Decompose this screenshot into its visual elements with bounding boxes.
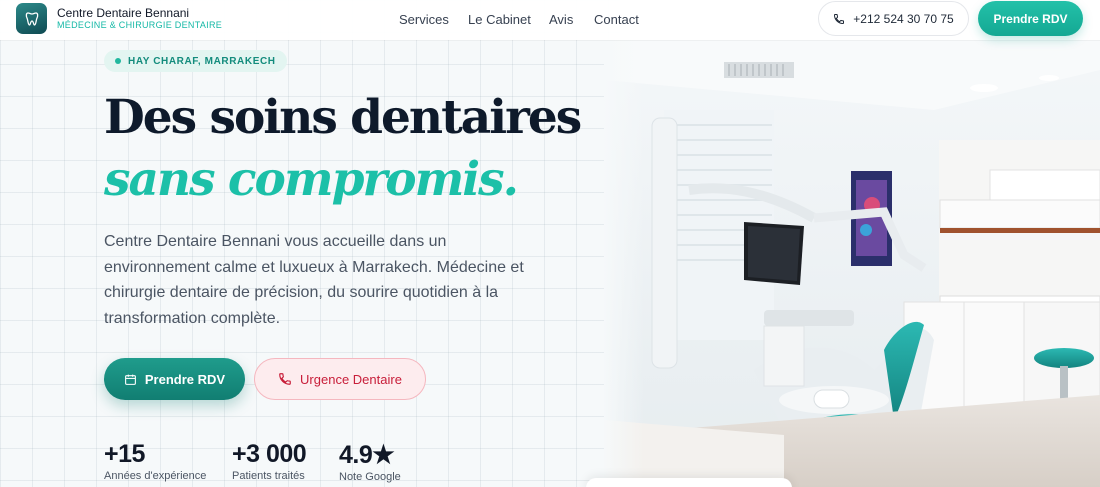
- nav-book-button[interactable]: Prendre RDV: [978, 1, 1083, 36]
- hero-book-label: Prendre RDV: [144, 371, 226, 387]
- stat-label: Patients traités: [232, 470, 305, 482]
- stat-patients: +3 000 Patients traités: [232, 440, 307, 482]
- stat-label: Note Google: [339, 471, 401, 483]
- phone-icon: [279, 373, 291, 385]
- nav-link-cabinet[interactable]: Le Cabinet: [468, 12, 531, 27]
- phone-icon: [834, 13, 845, 24]
- stat-value: +15: [104, 440, 145, 468]
- stat-label: Années d'expérience: [104, 470, 207, 482]
- hero-title-line2: sans compromis.: [104, 152, 519, 207]
- stat-value: 4.9★: [339, 441, 395, 469]
- location-badge: HAY CHARAF, MARRAKECH: [104, 50, 287, 72]
- tooth-icon: [25, 11, 38, 26]
- navbar: Centre Dentaire Bennani MÉDECINE & CHIRU…: [0, 0, 1100, 40]
- hero-title-line1: Des soins dentaires: [104, 90, 582, 145]
- hero-book-button[interactable]: Prendre RDV: [104, 358, 245, 400]
- phone-number: +212 524 30 70 75: [853, 11, 954, 26]
- brand-logo[interactable]: [16, 3, 47, 34]
- nav-link-services[interactable]: Services: [399, 12, 449, 27]
- stat-experience: +15 Années d'expérience: [104, 440, 206, 482]
- dental-office-illustration: [604, 40, 1100, 487]
- clinic-photo: [604, 40, 1100, 487]
- nav-link-avis[interactable]: Avis: [549, 12, 573, 27]
- location-text: HAY CHARAF, MARRAKECH: [128, 55, 276, 67]
- photo-edge-fade: [604, 40, 644, 487]
- brand-tagline: MÉDECINE & CHIRURGIE DENTAIRE: [57, 20, 223, 30]
- emergency-label: Urgence Dentaire: [300, 371, 402, 387]
- calendar-icon: [124, 374, 136, 385]
- emergency-button[interactable]: Urgence Dentaire: [254, 358, 426, 400]
- hero-description: Centre Dentaire Bennani vous accueille d…: [104, 233, 524, 327]
- stat-rating: 4.9★ Note Google: [339, 440, 401, 483]
- floating-card: [586, 478, 792, 487]
- stat-value: +3 000: [232, 440, 307, 468]
- brand-name: Centre Dentaire Bennani: [57, 6, 190, 20]
- location-dot-icon: [115, 58, 121, 64]
- phone-button[interactable]: +212 524 30 70 75: [818, 1, 969, 36]
- nav-link-contact[interactable]: Contact: [594, 12, 639, 27]
